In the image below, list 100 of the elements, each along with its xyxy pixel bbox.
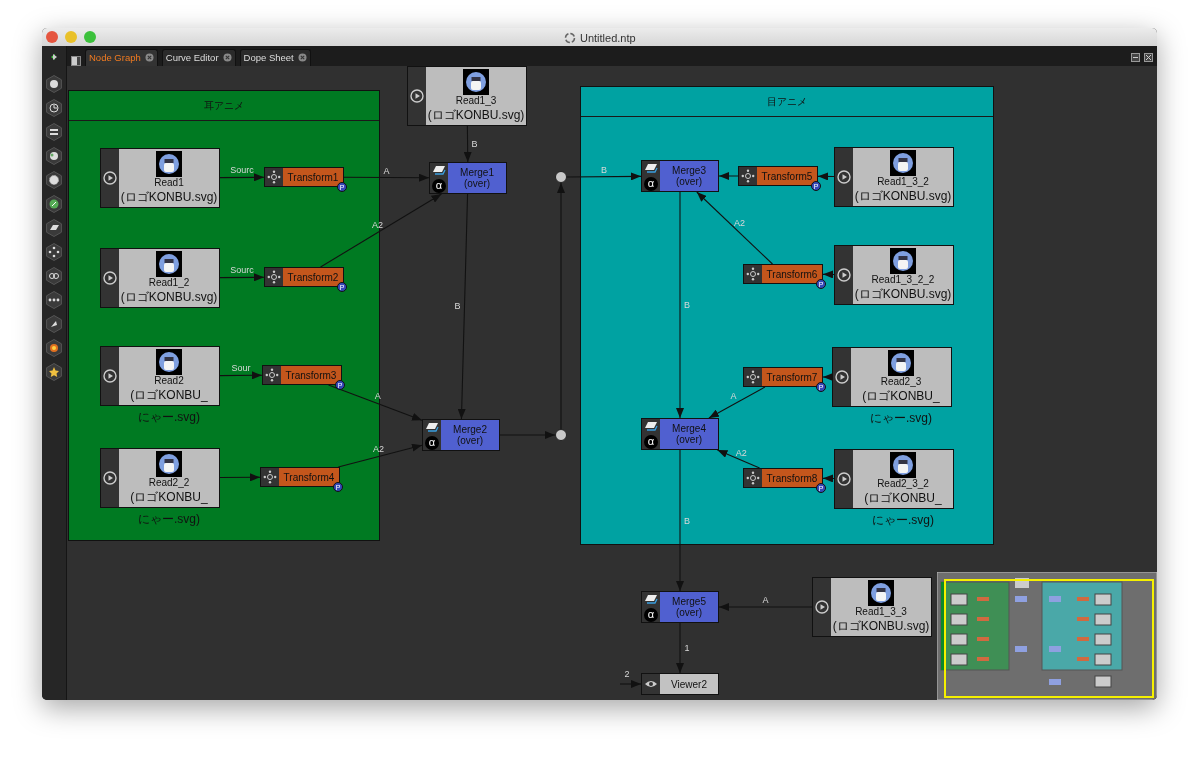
- close-icon[interactable]: [297, 53, 307, 63]
- edge-label: A: [383, 166, 390, 175]
- mask-glyph: α: [432, 178, 446, 193]
- node-name: Transform3: [285, 368, 337, 383]
- edge-label: 1: [684, 643, 690, 653]
- merge-node[interactable]: α Merge2 (over): [422, 419, 500, 451]
- merge-node[interactable]: α Merge1 (over): [429, 162, 507, 194]
- star-icon[interactable]: [44, 362, 64, 382]
- connection-arrow[interactable]: [708, 386, 766, 419]
- read-node[interactable]: Read1_3_2 (ロゴKONBU.svg): [834, 147, 954, 207]
- read-node[interactable]: Read1_3 (ロゴKONBU.svg): [407, 66, 527, 126]
- close-icon[interactable]: [222, 53, 232, 63]
- mask-glyph: α: [425, 435, 439, 450]
- parallelogram-icon[interactable]: [44, 218, 64, 238]
- connection-arrow[interactable]: [566, 172, 642, 181]
- move-icon: [741, 169, 755, 183]
- connection-arrow[interactable]: [676, 191, 684, 419]
- thumbnail-drawing: [156, 349, 182, 375]
- edge-label: Sourc: [230, 165, 254, 175]
- panel-tab[interactable]: Curve Editor: [161, 48, 236, 66]
- read-node[interactable]: Read2_3_2 (ロゴKONBU_: [834, 449, 954, 509]
- merge-node[interactable]: α Merge5 (over): [641, 591, 719, 623]
- file-name: にゃー.svg): [138, 511, 200, 528]
- connection-arrow[interactable]: [676, 449, 684, 592]
- close-button[interactable]: [46, 31, 58, 43]
- play-icon[interactable]: [815, 600, 829, 614]
- minimap-drawing[interactable]: [937, 572, 1157, 700]
- mask-glyph: α: [644, 434, 658, 449]
- read-node[interactable]: Read2_2 (ロゴKONBU_: [100, 448, 220, 508]
- merge-node[interactable]: α Merge3 (over): [641, 160, 719, 192]
- read-node[interactable]: Read1_3_3 (ロゴKONBU.svg): [812, 577, 932, 637]
- connection-arrow[interactable]: [817, 172, 835, 181]
- connection-arrow[interactable]: [716, 449, 761, 469]
- play-icon[interactable]: [410, 89, 424, 103]
- node-name: Read2_3: [880, 376, 922, 389]
- node-name: Read2_3_2: [877, 478, 929, 491]
- node-name: Read1_3: [455, 95, 497, 108]
- connection-arrow[interactable]: [822, 474, 835, 483]
- node-name: Read1_3_2: [877, 176, 929, 189]
- edge-label: B: [600, 165, 607, 175]
- rings-icon[interactable]: [44, 266, 64, 286]
- play-icon[interactable]: [837, 268, 851, 282]
- edge-label: A2: [733, 218, 745, 228]
- read-node[interactable]: Read1 (ロゴKONBU.svg): [100, 148, 220, 208]
- panel-tab[interactable]: Dope Sheet: [239, 48, 311, 66]
- dot-node[interactable]: [555, 429, 567, 441]
- layers-icon[interactable]: [44, 122, 64, 142]
- close-icon[interactable]: [144, 53, 154, 63]
- play-icon[interactable]: [103, 271, 117, 285]
- edge-label: A: [374, 391, 381, 401]
- play-icon[interactable]: [837, 170, 851, 184]
- read-node[interactable]: Read1_3_2_2 (ロゴKONBU.svg): [834, 245, 954, 305]
- play-icon[interactable]: [835, 370, 849, 384]
- file-name: にゃー.svg): [138, 409, 200, 426]
- thumbnail-drawing: [890, 452, 916, 478]
- clock-icon[interactable]: [44, 98, 64, 118]
- merge-node[interactable]: α Merge4 (over): [641, 418, 719, 450]
- thumbnail-drawing: [156, 151, 182, 177]
- read-node[interactable]: Read2_3 (ロゴKONBU_: [832, 347, 952, 407]
- connection-arrow[interactable]: [696, 191, 774, 265]
- node-name: Read1_3_2_2: [871, 274, 935, 287]
- edge-label: B: [684, 516, 690, 525]
- file-name: (ロゴKONBU.svg): [854, 188, 952, 205]
- edge-label: Sourc: [230, 265, 254, 275]
- spinner-icon: [564, 32, 576, 45]
- file-name: (ロゴKONBU.svg): [854, 286, 952, 303]
- panel-icon[interactable]: [71, 56, 81, 66]
- read-node[interactable]: Read2 (ロゴKONBU_: [100, 346, 220, 406]
- layers-icon: [425, 420, 439, 432]
- move-icon: [746, 471, 760, 485]
- file-name: (ロゴKONBU_: [862, 388, 940, 405]
- edge-label: B: [454, 301, 461, 311]
- file-name: (ロゴKONBU.svg): [120, 289, 218, 306]
- node-name: Transform4: [283, 470, 335, 485]
- connection-arrow[interactable]: [718, 172, 739, 180]
- connection-arrow[interactable]: [822, 270, 835, 279]
- read-node[interactable]: Read1_2 (ロゴKONBU.svg): [100, 248, 220, 308]
- panel-tab[interactable]: Node Graph: [85, 48, 158, 66]
- connection-arrow[interactable]: [822, 373, 833, 381]
- node-name: Merge3: [672, 165, 706, 176]
- play-icon[interactable]: [103, 171, 117, 185]
- layers-icon: [644, 161, 658, 173]
- file-name: (ロゴKONBU.svg): [427, 107, 525, 124]
- play-icon[interactable]: [103, 471, 117, 485]
- dots-icon[interactable]: [44, 290, 64, 310]
- dots-cross-icon[interactable]: [44, 242, 64, 262]
- mask-glyph: α: [644, 607, 658, 622]
- minimize-icon[interactable]: [1131, 53, 1140, 62]
- dot-node[interactable]: [555, 171, 567, 183]
- file-name: (ロゴKONBU_: [130, 387, 208, 404]
- node-name: Read1_2: [148, 277, 190, 290]
- edge-label: A2: [371, 220, 383, 229]
- operator-label: (over): [675, 434, 703, 445]
- play-icon[interactable]: [103, 369, 117, 383]
- viewer-node[interactable]: Viewer2: [641, 673, 719, 695]
- thumbnail-drawing: [156, 251, 182, 277]
- play-icon[interactable]: [837, 472, 851, 486]
- node-name: Transform2: [287, 270, 339, 285]
- close-icon[interactable]: [1144, 53, 1153, 62]
- mask-glyph: α: [644, 176, 658, 191]
